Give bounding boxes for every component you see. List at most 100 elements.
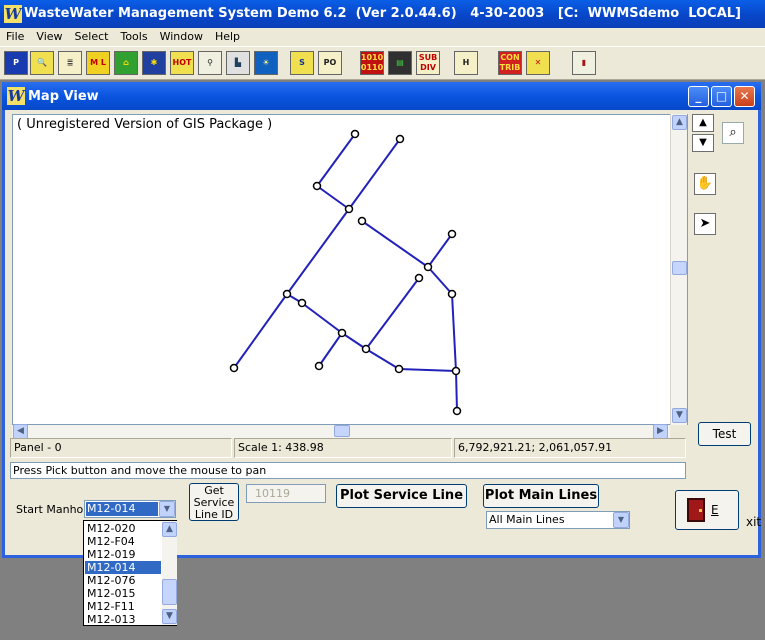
zoom-out-arrow-icon[interactable]: ▼ (692, 134, 714, 152)
scroll-down-icon[interactable]: ▼ (672, 408, 687, 423)
chevron-down-icon[interactable]: ▼ (613, 512, 629, 528)
map-vertical-scrollbar[interactable]: ▲ ▼ (670, 114, 687, 425)
toolbar: P 🔍 ≣ M L ⌂ ✱ HOT ⚲ ▙ ☀ S PO 1010 0110 ▤ SUB DIV H CON T… (0, 46, 765, 80)
pipe-segment (427, 233, 453, 268)
main-lines-filter-value: All Main Lines (489, 513, 565, 526)
dropdown-option[interactable]: M12-015 (85, 587, 161, 600)
pipe-segment (348, 138, 401, 210)
po-tool-button[interactable]: PO (318, 51, 342, 75)
manhole-node (423, 262, 433, 272)
scroll-down-icon[interactable]: ▼ (162, 609, 177, 624)
scroll-thumb[interactable] (672, 261, 687, 275)
dropdown-option[interactable]: M12-019 (85, 548, 161, 561)
start-manhole-dropdown-list[interactable]: M12-020 M12-F04 M12-019 M12-014 M12-076 M12-0… (83, 520, 177, 626)
manhole-node (452, 406, 462, 416)
pointer-icon[interactable]: ➤ (694, 213, 716, 235)
p-tool-button[interactable]: P (4, 51, 28, 75)
menu-help[interactable]: Help (209, 28, 246, 45)
binary-tool-button[interactable]: 1010 0110 (360, 51, 384, 75)
get-service-line-id-button[interactable]: Get Service Line ID (189, 483, 239, 521)
pipe-segment (365, 277, 420, 350)
coordinates-status: 6,792,921.21; 2,061,057.91 (454, 438, 686, 458)
ml-tool-button[interactable]: M L (86, 51, 110, 75)
scroll-right-icon[interactable]: ▶ (653, 424, 668, 439)
dropdown-option[interactable]: M12-014 (85, 561, 161, 574)
door-icon (687, 498, 705, 522)
manhole-node (337, 328, 347, 338)
map-view-title: Map View (28, 89, 99, 104)
app-logo-icon: W (4, 5, 22, 23)
dropdown-scrollbar[interactable]: ▲ ▼ (162, 521, 177, 625)
dropdown-option[interactable]: M12-013 (85, 613, 161, 626)
manhole-node (447, 289, 457, 299)
worker-tool-button[interactable]: ✕ (526, 51, 550, 75)
main-lines-filter-combo[interactable]: All Main Lines ▼ (486, 511, 630, 529)
traffic-tool-button[interactable]: ✱ (142, 51, 166, 75)
panel-status: Panel - 0 (10, 438, 232, 458)
manhole-node (447, 229, 457, 239)
start-manhole-combo[interactable]: M12-014 ▼ (84, 500, 176, 518)
camera-tool-button[interactable]: ⚲ (198, 51, 222, 75)
pipe-segment (427, 266, 453, 295)
pipe-network (229, 129, 462, 416)
exit-button[interactable]: Exit (675, 490, 761, 530)
pipe-segment (341, 332, 367, 350)
manhole-node (229, 363, 239, 373)
pipe-segment (455, 370, 458, 412)
menu-file[interactable]: File (0, 28, 30, 45)
contrib-tool-button[interactable]: CON TRIB (498, 51, 522, 75)
minimize-icon[interactable]: _ (688, 86, 709, 107)
bulb-tool-button[interactable]: ☀ (254, 51, 278, 75)
chevron-down-icon[interactable]: ▼ (159, 501, 175, 517)
menu-view[interactable]: View (30, 28, 68, 45)
menu-select[interactable]: Select (69, 28, 115, 45)
app-title: WasteWater Management System Demo 6.2 (V… (24, 6, 741, 21)
manhole-node (361, 344, 371, 354)
equipment-tool-button[interactable]: ▤ (388, 51, 412, 75)
app-title-bar: W WasteWater Management System Demo 6.2 … (0, 0, 765, 28)
menu-bar: File View Select Tools Window Help (0, 28, 765, 46)
manhole-node (350, 129, 360, 139)
manhole-node (357, 216, 367, 226)
pipe-segment (316, 133, 356, 187)
map-canvas[interactable]: ( Unregistered Version of GIS Package ) (12, 114, 688, 425)
dropdown-option[interactable]: M12-020 (85, 522, 161, 535)
house-tool-button[interactable]: ⌂ (114, 51, 138, 75)
pan-hand-icon[interactable]: ✋ (694, 173, 716, 195)
maximize-icon[interactable]: □ (711, 86, 732, 107)
hot-tool-button[interactable]: HOT (170, 51, 194, 75)
menu-window[interactable]: Window (154, 28, 209, 45)
map-horizontal-scrollbar[interactable]: ◀ ▶ (12, 424, 670, 439)
scroll-thumb[interactable] (162, 579, 177, 605)
scroll-up-icon[interactable]: ▲ (162, 522, 177, 537)
map-view-title-bar: W Map View _ □ ✕ (2, 82, 761, 110)
layers-tool-button[interactable]: ≣ (58, 51, 82, 75)
dropdown-option[interactable]: M12-076 (85, 574, 161, 587)
line-id-label-line: Line ID (194, 508, 234, 521)
s-tool-button[interactable]: S (290, 51, 314, 75)
plot-service-line-button[interactable]: Plot Service Line (336, 484, 467, 508)
subdiv-tool-button[interactable]: SUB DIV (416, 51, 440, 75)
dropdown-option[interactable]: M12-F11 (85, 600, 161, 613)
building-tool-button[interactable]: ▙ (226, 51, 250, 75)
pipe-segment (451, 293, 457, 372)
scroll-left-icon[interactable]: ◀ (13, 424, 28, 439)
pipe-segment (301, 302, 343, 334)
plot-main-lines-button[interactable]: Plot Main Lines (483, 484, 599, 508)
zoom-in-arrow-icon[interactable]: ▲ (692, 114, 714, 132)
search-tool-button[interactable]: 🔍 (30, 51, 54, 75)
hint-message: Press Pick button and move the mouse to … (10, 462, 686, 479)
dropdown-option[interactable]: M12-F04 (85, 535, 161, 548)
zoom-extent-icon[interactable]: ⌕ (722, 122, 744, 144)
measure-tool-button[interactable]: H (454, 51, 478, 75)
service-line-id-input[interactable]: 10119 (246, 484, 326, 503)
manhole-node (395, 134, 405, 144)
close-icon[interactable]: ✕ (734, 86, 755, 107)
exit-door-tool-button[interactable]: ▮ (572, 51, 596, 75)
test-button[interactable]: Test (698, 422, 751, 446)
menu-tools[interactable]: Tools (114, 28, 153, 45)
pipe-segment (318, 332, 343, 367)
scroll-thumb[interactable] (334, 425, 350, 437)
scroll-up-icon[interactable]: ▲ (672, 115, 687, 130)
scale-status: Scale 1: 438.98 (234, 438, 452, 458)
